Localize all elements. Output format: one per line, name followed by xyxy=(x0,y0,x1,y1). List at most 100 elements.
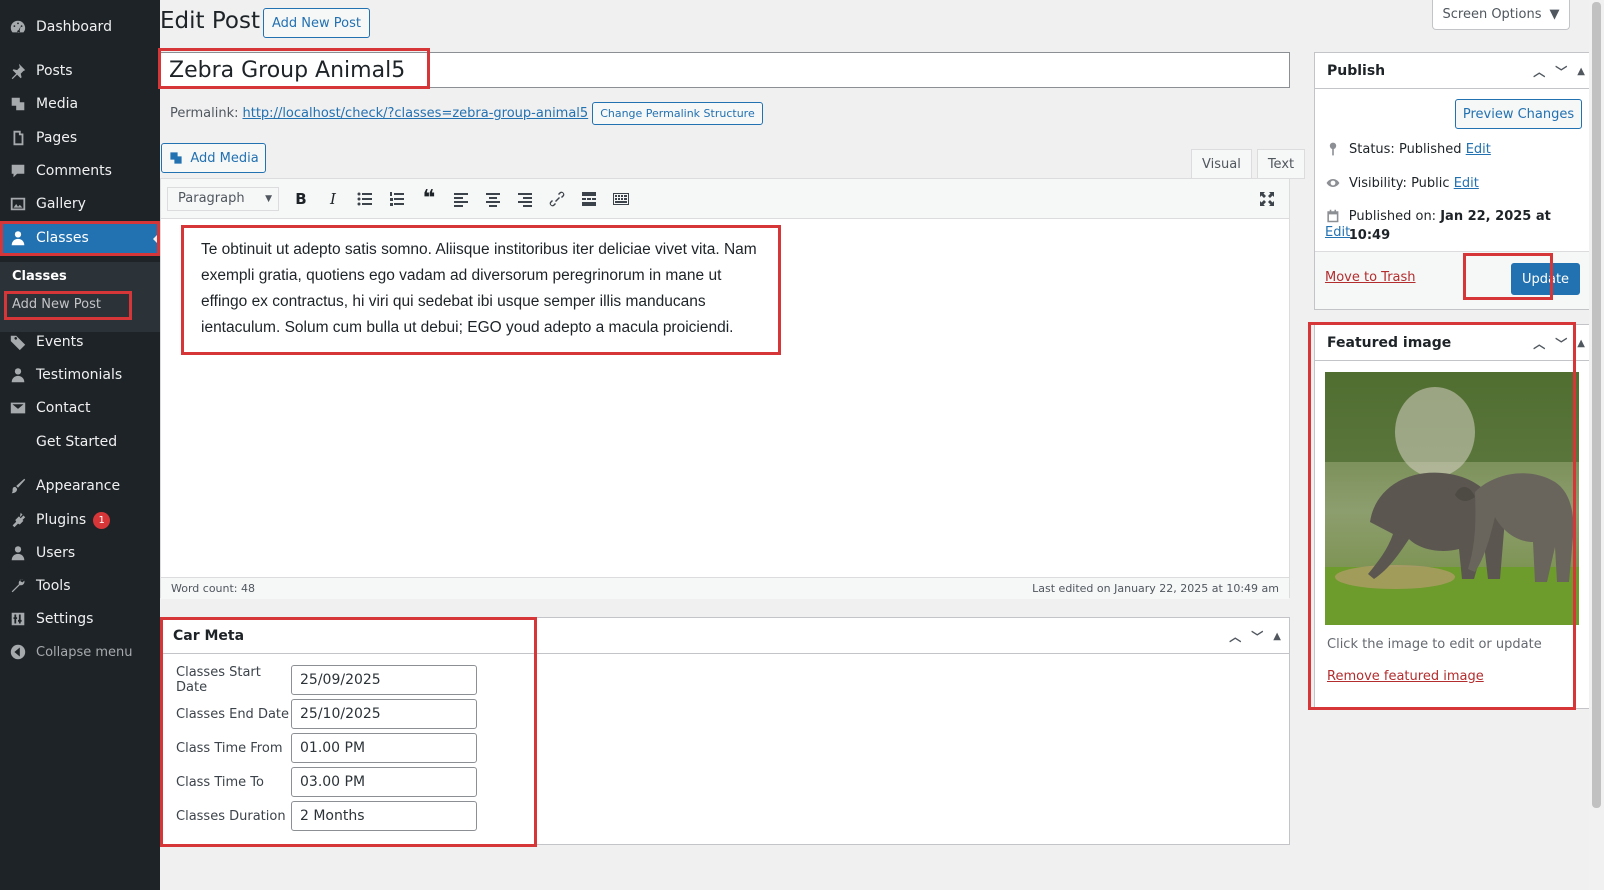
sidebar-item-users[interactable]: Users xyxy=(0,538,160,568)
class-time-to-input[interactable]: 03.00 PM xyxy=(291,767,477,797)
plugin-icon xyxy=(0,511,36,529)
update-button[interactable]: Update xyxy=(1511,263,1580,295)
numbered-list-button[interactable] xyxy=(381,184,413,214)
classes-duration-input[interactable]: 2 Months xyxy=(291,801,477,831)
toolbar-toggle-button[interactable] xyxy=(605,184,637,214)
sidebar-item-pages[interactable]: Pages xyxy=(0,123,160,153)
sidebar-item-posts[interactable]: Posts xyxy=(0,56,160,86)
edit-published-date-link[interactable]: Edit xyxy=(1325,225,1350,240)
toggle-panel-icon[interactable]: ▲ xyxy=(1577,338,1585,349)
field-label: Classes End Date xyxy=(176,706,290,722)
field-classes-end-date: Classes End Date 25/10/2025 xyxy=(176,699,477,729)
classes-end-date-input[interactable]: 25/10/2025 xyxy=(291,699,477,729)
featured-image-thumbnail[interactable] xyxy=(1325,372,1579,625)
add-media-label: Add Media xyxy=(190,150,259,166)
sidebar-item-comments[interactable]: Comments xyxy=(0,156,160,186)
chevron-up-icon[interactable]: ︿ xyxy=(1229,628,1241,645)
add-media-button[interactable]: Add Media xyxy=(161,143,266,173)
sidebar-item-label: Media xyxy=(36,96,79,112)
submenu-item-classes[interactable]: Classes xyxy=(12,269,67,284)
field-class-time-to: Class Time To 03.00 PM xyxy=(176,767,477,797)
field-class-time-from: Class Time From 01.00 PM xyxy=(176,733,477,763)
sidebar-item-label: Tools xyxy=(36,578,71,594)
sidebar-item-media[interactable]: Media xyxy=(0,89,160,119)
align-right-button[interactable] xyxy=(509,184,541,214)
permalink-link[interactable]: http://localhost/check/?classes=zebra-gr… xyxy=(243,106,589,121)
scrollbar-thumb[interactable] xyxy=(1592,2,1601,808)
post-title-input[interactable]: Zebra Group Animal5 xyxy=(160,52,1290,88)
visibility-row: Visibility: Public Edit xyxy=(1325,175,1479,191)
edit-visibility-link[interactable]: Edit xyxy=(1454,176,1479,191)
bullet-list-icon xyxy=(357,192,372,205)
status-value: Published xyxy=(1398,141,1462,157)
toggle-panel-icon[interactable]: ▲ xyxy=(1273,631,1281,642)
bullet-list-button[interactable] xyxy=(349,184,381,214)
dashboard-icon xyxy=(0,18,36,36)
calendar-icon xyxy=(1327,209,1339,223)
sidebar-item-plugins[interactable]: Plugins 1 xyxy=(0,505,160,535)
chevron-down-icon[interactable]: ﹀ xyxy=(1251,628,1263,645)
sidebar-item-testimonials[interactable]: Testimonials xyxy=(0,360,160,390)
add-media-icon xyxy=(170,152,182,164)
sidebar-item-label: Gallery xyxy=(36,196,86,212)
format-select[interactable]: Paragraph ▼ xyxy=(167,186,279,211)
format-select-value: Paragraph xyxy=(178,191,245,206)
preview-changes-button[interactable]: Preview Changes xyxy=(1455,99,1582,129)
page-scrollbar[interactable] xyxy=(1589,0,1604,890)
publish-header: Publish ︿ ﹀ ▲ xyxy=(1315,53,1593,89)
sidebar-item-tools[interactable]: Tools xyxy=(0,571,160,601)
class-time-from-input[interactable]: 01.00 PM xyxy=(291,733,477,763)
collapse-menu-label: Collapse menu xyxy=(36,644,133,660)
submenu-item-add-new-post[interactable]: Add New Post xyxy=(12,297,101,312)
sidebar-item-contact[interactable]: Contact xyxy=(0,393,160,423)
brush-icon xyxy=(0,477,36,495)
sidebar-item-label: Classes xyxy=(36,230,89,246)
bold-button[interactable]: B xyxy=(285,184,317,214)
status-row: Status: Published Edit xyxy=(1325,141,1491,157)
chevron-up-icon[interactable]: ︿ xyxy=(1533,335,1545,352)
screen-options-button[interactable]: Screen Options ▼ xyxy=(1432,0,1570,30)
edit-status-link[interactable]: Edit xyxy=(1466,142,1491,157)
featured-image-title: Featured image xyxy=(1327,334,1452,351)
chevron-up-icon[interactable]: ︿ xyxy=(1533,63,1545,80)
italic-button[interactable]: I xyxy=(317,184,349,214)
sidebar-item-appearance[interactable]: Appearance xyxy=(0,471,160,501)
classes-start-date-input[interactable]: 25/09/2025 xyxy=(291,665,477,695)
add-new-post-button[interactable]: Add New Post xyxy=(263,8,370,38)
toggle-panel-icon[interactable]: ▲ xyxy=(1577,66,1585,77)
change-permalink-button[interactable]: Change Permalink Structure xyxy=(592,102,763,125)
tab-text[interactable]: Text xyxy=(1256,149,1306,179)
sidebar-item-events[interactable]: Events xyxy=(0,327,160,357)
fullscreen-button[interactable] xyxy=(1251,184,1283,214)
published-label: Published on: xyxy=(1348,209,1437,224)
insert-link-button[interactable] xyxy=(541,184,573,214)
fullscreen-icon xyxy=(1260,191,1274,206)
align-center-button[interactable] xyxy=(477,184,509,214)
permalink-label: Permalink: xyxy=(170,106,239,121)
editor-status-bar: Word count: 48 Last edited on January 22… xyxy=(161,577,1289,599)
status-label: Status: xyxy=(1349,141,1395,157)
link-icon xyxy=(549,191,565,206)
sidebar-item-classes[interactable]: Classes xyxy=(0,223,160,253)
sidebar-item-dashboard[interactable]: Dashboard xyxy=(0,12,160,42)
chevron-down-icon[interactable]: ﹀ xyxy=(1555,335,1567,352)
editor-content[interactable]: Te obtinuit ut adepto satis somno. Aliis… xyxy=(201,237,761,341)
tab-visual[interactable]: Visual xyxy=(1191,149,1252,179)
sidebar-item-settings[interactable]: Settings xyxy=(0,604,160,634)
remove-featured-image-link[interactable]: Remove featured image xyxy=(1327,669,1484,684)
italic-icon: I xyxy=(330,189,336,208)
chevron-down-icon[interactable]: ﹀ xyxy=(1555,63,1567,80)
blockquote-button[interactable]: ❝ xyxy=(413,184,445,214)
align-left-button[interactable] xyxy=(445,184,477,214)
read-more-button[interactable] xyxy=(573,184,605,214)
comments-icon xyxy=(0,162,36,180)
chevron-down-icon: ▼ xyxy=(265,193,272,204)
sidebar-item-gallery[interactable]: Gallery xyxy=(0,189,160,219)
permalink-row: Permalink: http://localhost/check/?class… xyxy=(170,102,763,125)
sidebar-item-get-started[interactable]: Get Started xyxy=(0,427,160,457)
sidebar-item-label: Posts xyxy=(36,63,73,79)
collapse-menu-button[interactable]: Collapse menu xyxy=(0,637,160,667)
move-to-trash-link[interactable]: Move to Trash xyxy=(1325,270,1416,285)
tag-icon xyxy=(0,333,36,351)
sidebar-item-label: Testimonials xyxy=(36,367,123,383)
